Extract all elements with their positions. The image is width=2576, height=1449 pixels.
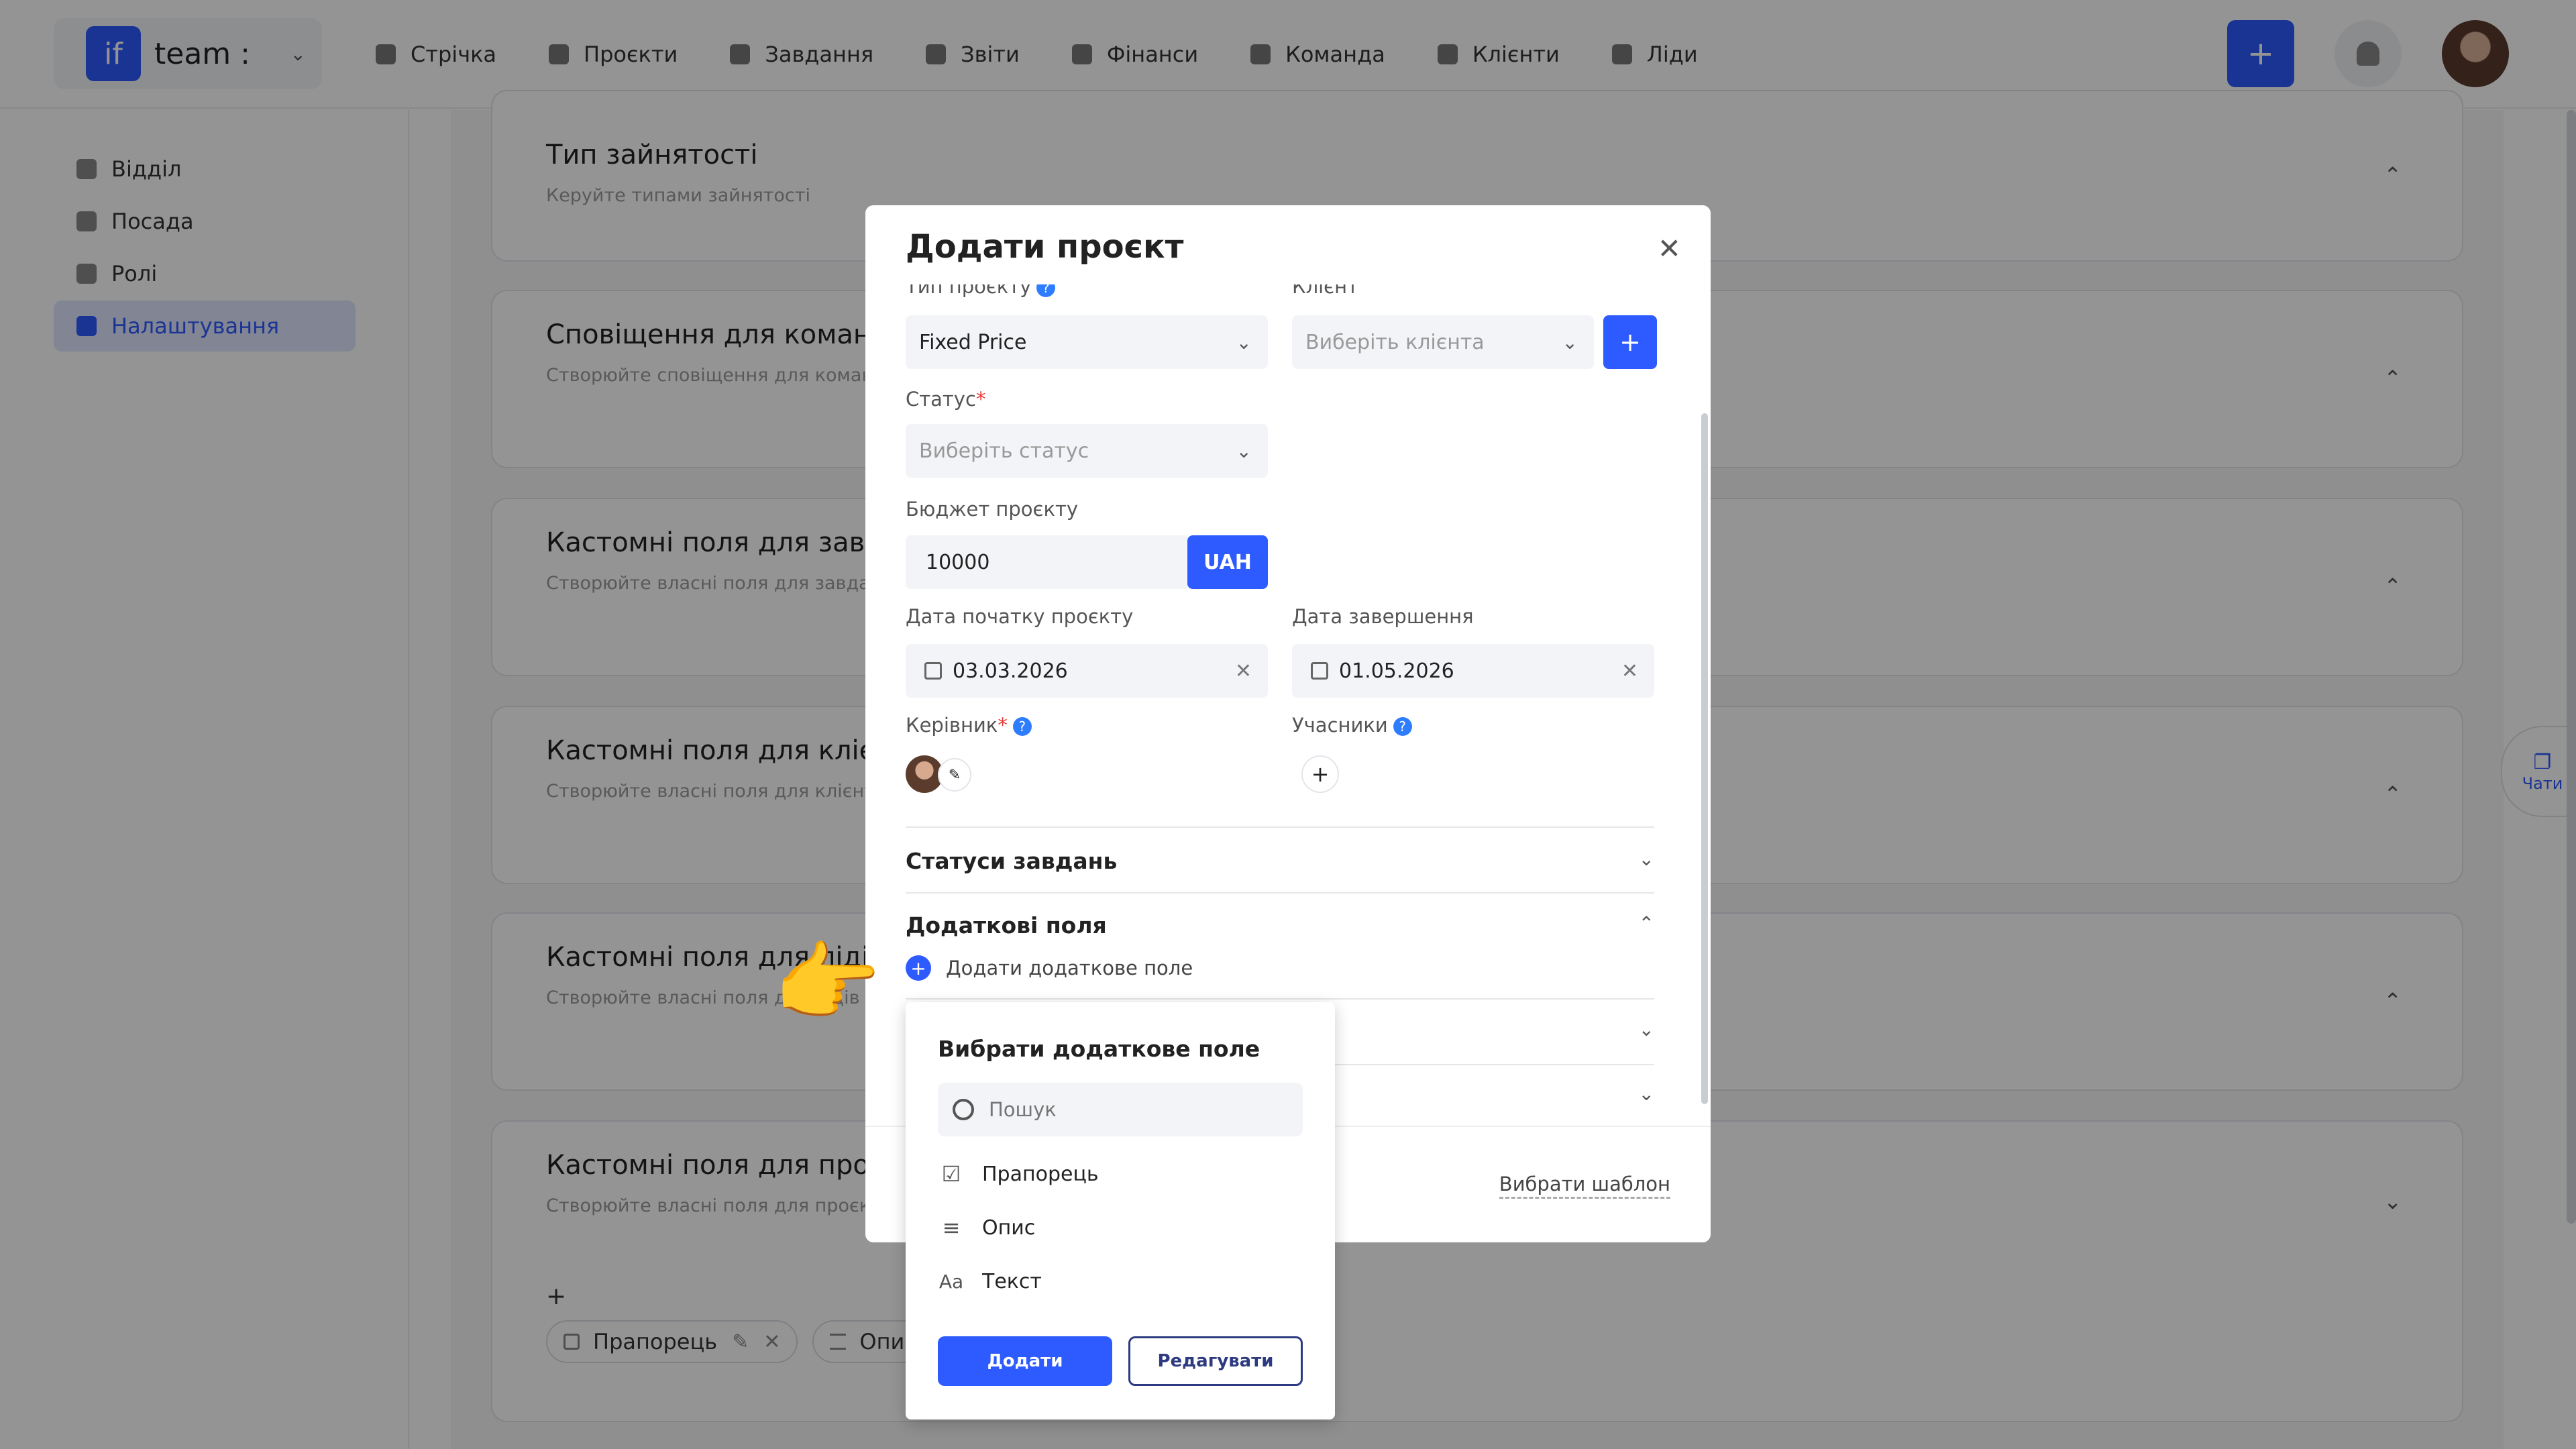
end-date-label: Дата завершення: [1292, 605, 1474, 628]
search-icon: [953, 1099, 974, 1120]
end-date-input[interactable]: 01.05.2026 ✕: [1292, 644, 1654, 698]
edit-button[interactable]: Редагувати: [1128, 1336, 1303, 1386]
close-icon[interactable]: ✕: [1658, 232, 1681, 265]
start-date-value: 03.03.2026: [953, 659, 1068, 683]
option-text[interactable]: Aa Текст: [938, 1268, 1042, 1295]
divider: [906, 998, 1654, 1000]
start-date-input[interactable]: 03.03.2026 ✕: [906, 644, 1268, 698]
modal-title: Додати проєкт: [906, 228, 1184, 266]
status-label: Статус*: [906, 388, 986, 411]
help-icon[interactable]: ?: [1012, 717, 1032, 736]
calendar-icon: [1311, 662, 1328, 680]
plus-icon: +: [906, 955, 931, 981]
project-type-value: Fixed Price: [919, 330, 1027, 354]
task-statuses-section[interactable]: Статуси завдань: [906, 848, 1117, 874]
search-input[interactable]: [989, 1098, 1297, 1121]
chevron-up-icon[interactable]: ⌃: [1639, 912, 1654, 934]
participants-label: Учасники?: [1292, 714, 1412, 737]
text-icon: Aa: [938, 1270, 964, 1293]
pencil-icon[interactable]: ✎: [938, 758, 971, 792]
add-participant-button[interactable]: +: [1301, 755, 1339, 793]
project-type-label: Тип проєкту?: [906, 284, 1056, 298]
choose-template-link[interactable]: Вибрати шаблон: [1499, 1173, 1670, 1199]
add-extra-field-button[interactable]: + Додати додаткове поле: [906, 955, 1193, 981]
clear-icon[interactable]: ✕: [1621, 659, 1638, 683]
client-select[interactable]: Виберіть клієнта ⌄: [1292, 315, 1594, 369]
option-label: Опис: [982, 1216, 1036, 1240]
option-description[interactable]: ≡ Опис: [938, 1214, 1036, 1241]
popup-title: Вибрати додаткове поле: [938, 1036, 1260, 1062]
help-icon[interactable]: ?: [1393, 717, 1412, 736]
status-placeholder: Виберіть статус: [919, 439, 1089, 463]
end-date-value: 01.05.2026: [1339, 659, 1454, 683]
budget-label: Бюджет проєкту: [906, 498, 1079, 521]
add-client-button[interactable]: +: [1603, 315, 1657, 369]
client-placeholder: Виберіть клієнта: [1305, 330, 1485, 354]
manager-label: Керівник*?: [906, 714, 1032, 737]
divider: [906, 826, 1654, 828]
chevron-down-icon[interactable]: ⌄: [1639, 1083, 1654, 1105]
modal-scrollbar[interactable]: [1701, 413, 1708, 1104]
clear-icon[interactable]: ✕: [1235, 659, 1252, 683]
currency-button[interactable]: UAH: [1187, 535, 1268, 589]
pointing-hand-icon: 👉: [773, 932, 881, 1034]
status-select[interactable]: Виберіть статус ⌄: [906, 424, 1268, 478]
budget-input[interactable]: 10000: [906, 535, 1187, 589]
lines-icon: ≡: [942, 1215, 961, 1240]
option-label: Текст: [982, 1269, 1042, 1293]
help-icon[interactable]: ?: [1036, 284, 1056, 297]
start-date-label: Дата початку проєкту: [906, 605, 1134, 628]
chevron-down-icon: ⌄: [1236, 439, 1252, 462]
chevron-down-icon: ⌄: [1562, 331, 1578, 354]
chevron-down-icon: ⌄: [1236, 331, 1252, 354]
chevron-down-icon[interactable]: ⌄: [1639, 848, 1654, 870]
search-field[interactable]: [938, 1083, 1303, 1136]
client-label: Клієнт: [1292, 275, 1358, 298]
calendar-icon: [924, 662, 942, 680]
checkbox-icon: ☑: [941, 1161, 961, 1187]
extra-fields-section[interactable]: Додаткові поля: [906, 912, 1107, 938]
chevron-down-icon[interactable]: ⌄: [1639, 1018, 1654, 1040]
add-extra-field-label: Додати додаткове поле: [946, 957, 1193, 979]
option-label: Прапорець: [982, 1162, 1099, 1186]
option-checkbox[interactable]: ☑ Прапорець: [938, 1161, 1099, 1187]
divider: [906, 892, 1654, 894]
add-button[interactable]: Додати: [938, 1336, 1112, 1386]
choose-extra-field-popup: Вибрати додаткове поле ☑ Прапорець ≡ Опи…: [906, 1002, 1335, 1419]
project-type-select[interactable]: Fixed Price ⌄: [906, 315, 1268, 369]
